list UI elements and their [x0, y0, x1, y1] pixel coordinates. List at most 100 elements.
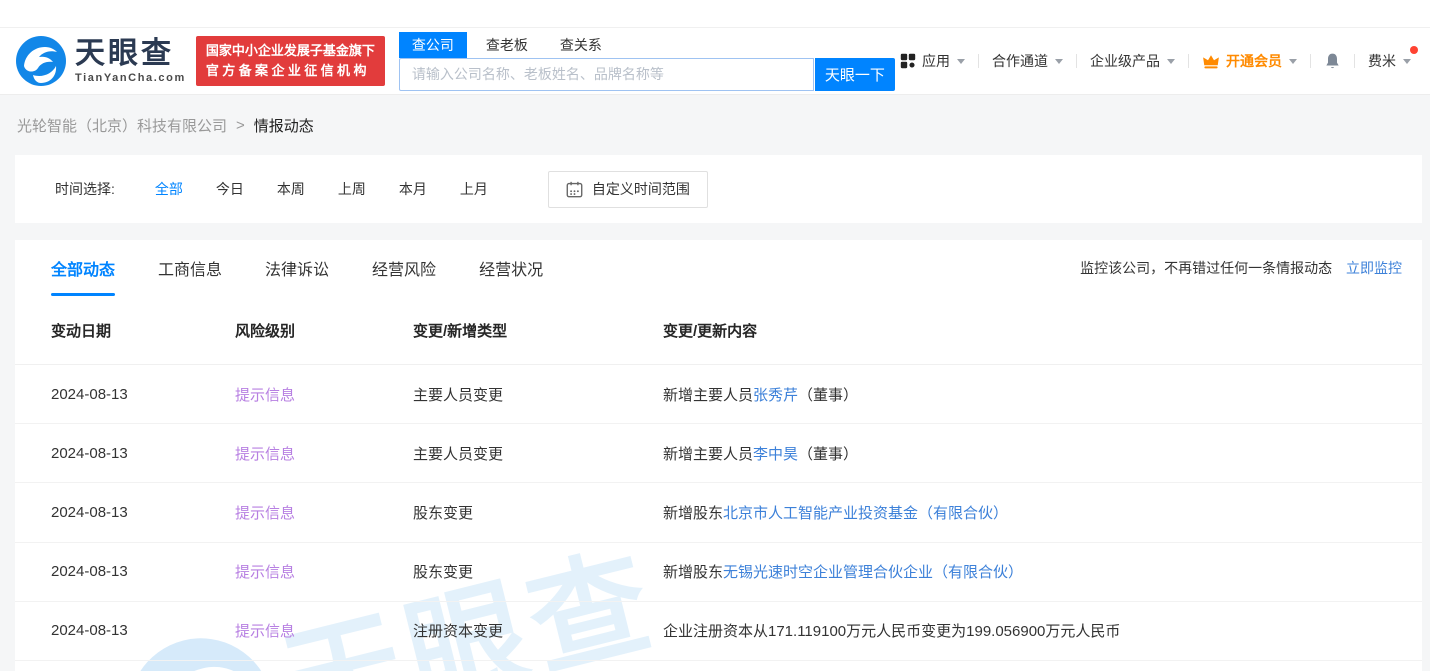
- nav-item-notifications[interactable]: [1324, 52, 1341, 70]
- table-header-row: 变动日期风险级别变更/新增类型变更/更新内容: [15, 296, 1422, 365]
- chevron-down-icon: [1055, 59, 1063, 64]
- tab-工商信息[interactable]: 工商信息: [158, 240, 222, 296]
- search-tab-查关系[interactable]: 查关系: [547, 32, 615, 58]
- time-filter-label: 时间选择:: [55, 179, 115, 199]
- nav-item-label: 合作通道: [992, 51, 1048, 71]
- tab-经营状况[interactable]: 经营状况: [479, 240, 543, 296]
- nav-item-apps[interactable]: 应用: [900, 51, 965, 71]
- change-date: 2024-08-13: [51, 504, 235, 521]
- nav-item-open-vip[interactable]: 开通会员: [1202, 51, 1297, 71]
- tab-全部动态[interactable]: 全部动态: [51, 240, 115, 296]
- nav-divider: [1188, 54, 1189, 68]
- grid-icon: [900, 53, 916, 69]
- section-tabs-row: 全部动态工商信息法律诉讼经营风险经营状况 监控该公司，不再错过任何一条情报动态 …: [15, 240, 1422, 296]
- tab-经营风险[interactable]: 经营风险: [372, 240, 436, 296]
- breadcrumb: 光轮智能（北京）科技有限公司 > 情报动态: [0, 95, 1430, 155]
- monitor-text: 监控该公司，不再错过任何一条情报动态: [1080, 260, 1332, 276]
- risk-level-link[interactable]: 提示信息: [235, 561, 413, 582]
- search-tab-查老板[interactable]: 查老板: [473, 32, 541, 58]
- table-row: 2024-08-13提示信息注册资本变更企业注册资本从171.119100万元人…: [15, 602, 1422, 661]
- entity-link[interactable]: 李中昊: [753, 446, 798, 463]
- top-strip: [0, 0, 1430, 28]
- monitor-banner: 监控该公司，不再错过任何一条情报动态 立即监控: [1080, 258, 1402, 278]
- nav-divider: [1310, 54, 1311, 68]
- nav-item-enterprise-products[interactable]: 企业级产品: [1090, 51, 1175, 71]
- change-content: 新增主要人员张秀芹（董事）: [663, 384, 1402, 405]
- entity-link[interactable]: 北京市人工智能产业投资基金（有限合伙）: [723, 505, 1008, 522]
- logo-text: 天眼查 TianYanCha.com: [75, 39, 186, 84]
- content-text: 新增主要人员: [663, 446, 753, 463]
- bell-icon: [1324, 52, 1341, 70]
- brand-name: 天眼查: [75, 39, 186, 69]
- column-header: 变更/新增类型: [413, 320, 663, 341]
- search-tabs: 查公司查老板查关系: [399, 32, 895, 58]
- brand-domain: TianYanCha.com: [75, 72, 186, 84]
- nav-item-label: 应用: [922, 51, 950, 71]
- table-body: 2024-08-13提示信息主要人员变更新增主要人员张秀芹（董事）2024-08…: [15, 365, 1422, 661]
- header-nav: 应用 合作通道 企业级产品 开通会员 费米: [900, 51, 1415, 71]
- chevron-down-icon: [1289, 59, 1297, 64]
- change-content: 新增主要人员李中昊（董事）: [663, 443, 1402, 464]
- change-content: 新增股东北京市人工智能产业投资基金（有限合伙）: [663, 502, 1402, 523]
- risk-level-link[interactable]: 提示信息: [235, 384, 413, 405]
- column-header: 风险级别: [235, 320, 413, 341]
- tianyancha-logo-icon: [15, 35, 67, 87]
- change-date: 2024-08-13: [51, 622, 235, 639]
- content-text: （董事）: [798, 387, 858, 404]
- nav-item-partner-channel[interactable]: 合作通道: [992, 51, 1063, 71]
- search-area: 查公司查老板查关系 天眼一下: [399, 32, 895, 91]
- search-button[interactable]: 天眼一下: [815, 58, 895, 91]
- notification-dot: [1410, 46, 1418, 54]
- table-row: 2024-08-13提示信息主要人员变更新增主要人员张秀芹（董事）: [15, 365, 1422, 424]
- nav-item-account[interactable]: 费米: [1368, 51, 1411, 71]
- chevron-down-icon: [1167, 59, 1175, 64]
- nav-item-label: 费米: [1368, 51, 1396, 71]
- badge-line-1: 国家中小企业发展子基金旗下: [206, 41, 375, 61]
- nav-divider: [1076, 54, 1077, 68]
- change-type: 主要人员变更: [413, 384, 663, 405]
- time-option-上周[interactable]: 上周: [338, 179, 366, 199]
- chevron-down-icon: [1403, 59, 1411, 64]
- entity-link[interactable]: 无锡光速时空企业管理合伙企业（有限合伙）: [723, 564, 1023, 581]
- search-tab-查公司[interactable]: 查公司: [399, 32, 467, 58]
- time-option-本月[interactable]: 本月: [399, 179, 427, 199]
- tianyancha-logo[interactable]: 天眼查 TianYanCha.com: [15, 35, 186, 87]
- risk-level-link[interactable]: 提示信息: [235, 620, 413, 641]
- time-option-全部[interactable]: 全部: [155, 179, 183, 199]
- certification-badge: 国家中小企业发展子基金旗下 官方备案企业征信机构: [196, 36, 385, 86]
- entity-link[interactable]: 张秀芹: [753, 387, 798, 404]
- content-text: 新增主要人员: [663, 387, 753, 404]
- change-type: 股东变更: [413, 502, 663, 523]
- column-header: 变更/更新内容: [663, 320, 1402, 341]
- time-option-今日[interactable]: 今日: [216, 179, 244, 199]
- nav-divider: [1354, 54, 1355, 68]
- changes-table: 变动日期风险级别变更/新增类型变更/更新内容 2024-08-13提示信息主要人…: [15, 296, 1422, 661]
- chevron-down-icon: [957, 59, 965, 64]
- nav-divider: [978, 54, 979, 68]
- content-text: （董事）: [798, 446, 858, 463]
- change-type: 股东变更: [413, 561, 663, 582]
- change-date: 2024-08-13: [51, 563, 235, 580]
- time-option-上月[interactable]: 上月: [460, 179, 488, 199]
- risk-level-link[interactable]: 提示信息: [235, 502, 413, 523]
- section-tabs: 全部动态工商信息法律诉讼经营风险经营状况: [51, 240, 586, 296]
- tab-法律诉讼[interactable]: 法律诉讼: [265, 240, 329, 296]
- change-type: 主要人员变更: [413, 443, 663, 464]
- change-content: 企业注册资本从171.119100万元人民币变更为199.056900万元人民币: [663, 620, 1402, 641]
- badge-line-2: 官方备案企业征信机构: [206, 61, 375, 81]
- change-content: 新增股东无锡光速时空企业管理合伙企业（有限合伙）: [663, 561, 1402, 582]
- monitor-now-link[interactable]: 立即监控: [1346, 260, 1402, 276]
- breadcrumb-company-link[interactable]: 光轮智能（北京）科技有限公司: [17, 115, 227, 136]
- calendar-icon: [566, 181, 583, 198]
- risk-level-link[interactable]: 提示信息: [235, 443, 413, 464]
- column-header: 变动日期: [51, 320, 235, 341]
- nav-item-label: 企业级产品: [1090, 51, 1160, 71]
- time-filter-options: 全部 今日 本周 上周 本月 上月: [155, 179, 521, 199]
- table-row: 2024-08-13提示信息股东变更新增股东无锡光速时空企业管理合伙企业（有限合…: [15, 543, 1422, 602]
- custom-time-range-label: 自定义时间范围: [592, 179, 690, 199]
- custom-time-range-button[interactable]: 自定义时间范围: [548, 171, 708, 208]
- time-option-本周[interactable]: 本周: [277, 179, 305, 199]
- content-text: 新增股东: [663, 505, 723, 522]
- search-input[interactable]: [399, 58, 814, 91]
- breadcrumb-separator: >: [236, 117, 245, 134]
